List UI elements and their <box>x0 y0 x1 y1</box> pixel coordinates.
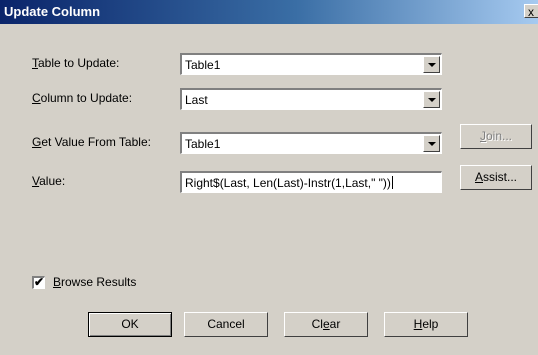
assist-button[interactable]: Assist... <box>460 165 532 190</box>
get-value-dropdown-button[interactable] <box>423 135 440 152</box>
value-label-rest: alue: <box>39 174 66 188</box>
get-value-from-table-select[interactable]: Table1 <box>180 132 442 154</box>
column-to-update-value: Last <box>185 93 208 107</box>
help-button-rest: elp <box>422 317 439 331</box>
assist-button-rest: ssist... <box>483 170 518 184</box>
browse-results-key: B <box>53 275 62 289</box>
value-label: Value: <box>32 174 65 188</box>
value-expression-text: Right$(Last, Len(Last)-Instr(1,Last," ")… <box>185 176 393 190</box>
cancel-button[interactable]: Cancel <box>184 312 268 337</box>
browse-results-rest: rowse Results <box>61 275 137 289</box>
clear-button[interactable]: Clear <box>284 312 368 337</box>
text-caret <box>391 176 393 189</box>
close-button[interactable]: x <box>524 4 538 18</box>
get-value-label-rest: et Value From Table: <box>41 135 151 149</box>
clear-button-key: e <box>322 317 330 331</box>
update-column-dialog: Update Column x Table to Update: Table1 … <box>0 0 538 355</box>
table-label-rest: able to Update: <box>38 56 120 70</box>
help-button[interactable]: Help <box>384 312 468 337</box>
browse-results-checkbox[interactable]: ✔ <box>32 276 45 289</box>
column-to-update-select[interactable]: Last <box>180 88 442 110</box>
table-to-update-value: Table1 <box>185 58 221 72</box>
table-dropdown-button[interactable] <box>423 56 440 73</box>
ok-button[interactable]: OK <box>88 312 172 337</box>
table-to-update-label: Table to Update: <box>32 56 119 70</box>
join-button[interactable]: Join... <box>460 124 532 149</box>
value-expression-input[interactable]: Right$(Last, Len(Last)-Instr(1,Last," ")… <box>180 171 442 193</box>
column-label-rest: olumn to Update: <box>40 91 133 105</box>
join-button-rest: oin... <box>485 129 512 143</box>
chevron-down-icon <box>428 63 436 67</box>
assist-button-key: A <box>474 170 483 184</box>
chevron-down-icon <box>428 142 436 146</box>
get-value-from-table-value: Table1 <box>185 137 221 151</box>
clear-button-post: ar <box>329 317 341 331</box>
window-title: Update Column <box>4 4 101 19</box>
value-expression-content: Right$(Last, Len(Last)-Instr(1,Last," ")… <box>185 176 391 190</box>
column-label-key: C <box>32 91 41 105</box>
get-value-from-table-label: Get Value From Table: <box>32 135 151 149</box>
column-dropdown-button[interactable] <box>423 91 440 108</box>
chevron-down-icon <box>428 98 436 102</box>
title-bar[interactable]: Update Column x <box>0 0 538 24</box>
clear-button-pre: Cl <box>311 317 323 331</box>
column-to-update-label: Column to Update: <box>32 91 132 105</box>
table-to-update-select[interactable]: Table1 <box>180 53 442 75</box>
browse-results-label[interactable]: Browse Results <box>53 275 136 289</box>
get-value-label-key: G <box>32 135 42 149</box>
